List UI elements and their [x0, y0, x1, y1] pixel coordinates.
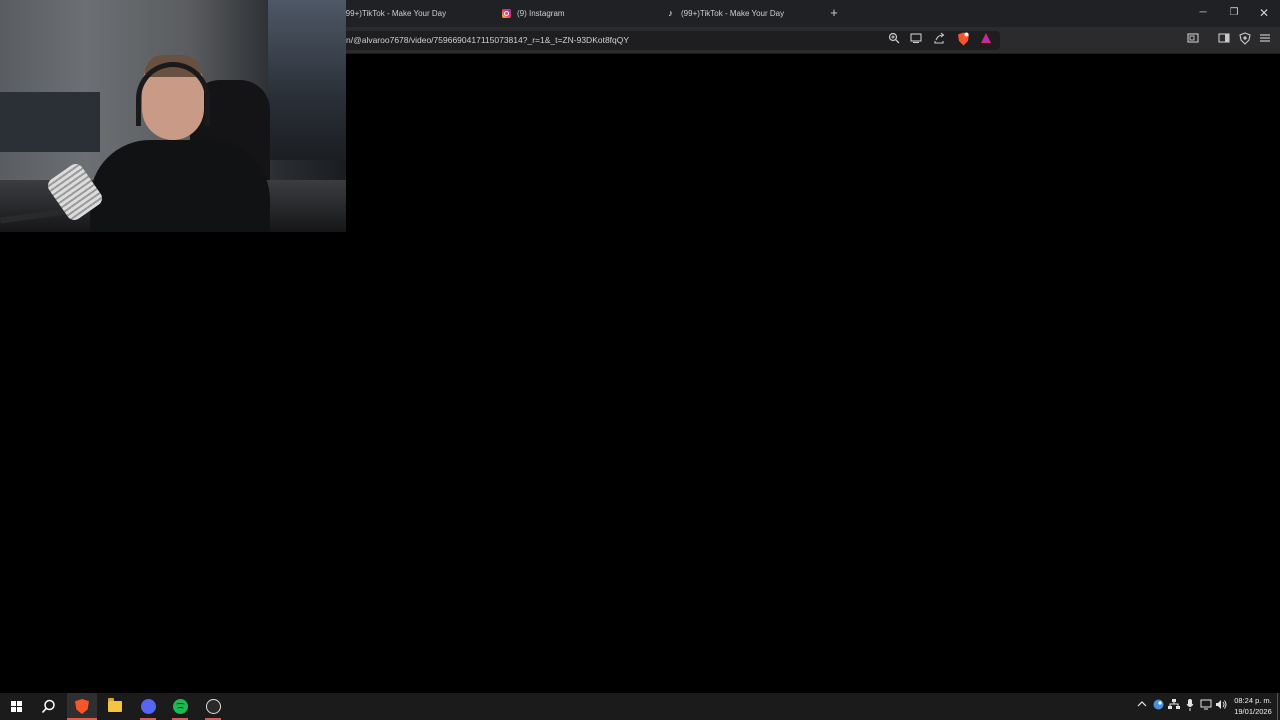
- windows-icon: [10, 701, 22, 712]
- microphone-icon[interactable]: [1184, 699, 1196, 713]
- clock-time: 08:24 p. m.: [1234, 696, 1272, 705]
- clock[interactable]: 08:24 p. m. 19/01/2026: [1230, 695, 1276, 717]
- volume-icon[interactable]: [1215, 699, 1227, 713]
- menu-icon[interactable]: [1258, 32, 1272, 46]
- tab-title: (99+)TikTok - Make Your Day: [343, 9, 447, 18]
- webcam-blind: [0, 92, 100, 152]
- minimize-button[interactable]: ─: [1194, 4, 1212, 22]
- taskbar-obs[interactable]: [198, 693, 228, 720]
- steam-icon[interactable]: [1152, 699, 1164, 713]
- sidebar-icon[interactable]: [1186, 32, 1200, 46]
- screen: (99+)TikTok - Make Your Day (9) Instagra…: [0, 0, 1280, 720]
- discord-icon: [140, 699, 156, 714]
- webcam-window: [268, 0, 346, 160]
- share-icon[interactable]: [932, 32, 946, 46]
- tab-tiktok-1[interactable]: (99+)TikTok - Make Your Day: [343, 0, 493, 27]
- clock-date: 19/01/2026: [1234, 707, 1272, 716]
- webcam-headset: [136, 62, 210, 126]
- restore-button[interactable]: ❐: [1225, 4, 1243, 22]
- panel-icon[interactable]: [1217, 32, 1231, 46]
- search-button[interactable]: [33, 693, 63, 720]
- brave-shields-icon[interactable]: [956, 32, 970, 46]
- tray-chevron-up-icon[interactable]: [1136, 699, 1148, 713]
- taskbar-brave[interactable]: [67, 693, 97, 720]
- start-button[interactable]: [1, 693, 31, 720]
- webcam-person-body: [90, 140, 270, 232]
- webcam-overlay: [0, 0, 346, 232]
- zoom-icon[interactable]: [887, 32, 901, 46]
- brave-icon: [75, 699, 89, 714]
- spotify-icon: [172, 699, 188, 714]
- tab-title: (99+)TikTok - Make Your Day: [681, 9, 785, 18]
- tiktok-icon: ♪: [668, 8, 673, 18]
- taskbar-file-explorer[interactable]: [100, 693, 130, 720]
- new-tab-button[interactable]: +: [827, 5, 841, 21]
- folder-icon: [108, 698, 122, 712]
- taskbar-spotify[interactable]: [165, 693, 195, 720]
- taskbar-discord[interactable]: [133, 693, 163, 720]
- cast-icon[interactable]: [909, 32, 923, 46]
- address-bar[interactable]: n/@alvaroo7678/video/7596690417115073814…: [340, 31, 1000, 50]
- vpn-shield-icon[interactable]: [1238, 32, 1252, 46]
- taskbar: 08:24 p. m. 19/01/2026: [0, 693, 1280, 720]
- instagram-icon: [502, 9, 511, 18]
- show-desktop-button[interactable]: [1277, 693, 1278, 720]
- close-button[interactable]: ✕: [1255, 4, 1273, 22]
- search-icon: [41, 699, 55, 714]
- brave-rewards-icon[interactable]: [979, 32, 993, 46]
- tray-network-share-icon[interactable]: [1168, 699, 1180, 713]
- tab-tiktok-2[interactable]: ♪ (99+)TikTok - Make Your Day: [666, 0, 821, 27]
- url-text[interactable]: n/@alvaroo7678/video/7596690417115073814…: [346, 35, 629, 45]
- network-icon[interactable]: [1200, 699, 1212, 713]
- obs-icon: [205, 699, 221, 714]
- tab-title: (9) Instagram: [517, 9, 565, 18]
- tab-instagram[interactable]: (9) Instagram: [502, 0, 657, 27]
